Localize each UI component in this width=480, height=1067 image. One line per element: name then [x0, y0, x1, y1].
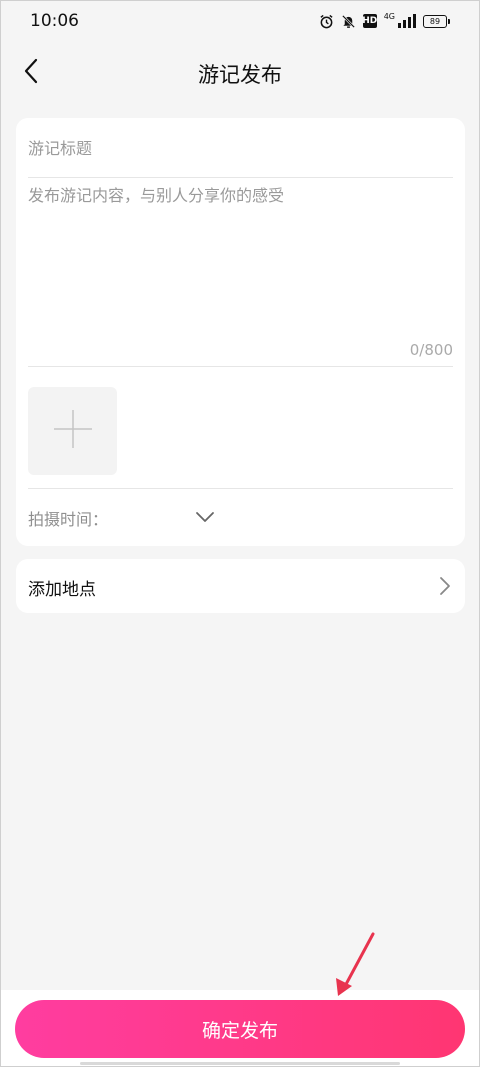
publish-button[interactable]: 确定发布 [15, 1000, 465, 1058]
note-title-input[interactable] [28, 132, 453, 164]
status-icons: HD 4G 89 [319, 11, 450, 31]
add-image-button[interactable] [28, 387, 117, 475]
status-time: 10:06 [30, 11, 79, 31]
hd-icon: HD [362, 14, 378, 28]
page-title: 游记发布 [198, 63, 282, 87]
divider [28, 366, 453, 367]
divider [28, 488, 453, 489]
signal-icon [398, 14, 416, 28]
shoot-time-selector[interactable]: 拍摄时间： [28, 502, 328, 534]
divider [28, 177, 453, 178]
home-indicator [80, 1062, 400, 1065]
char-counter: 0/800 [409, 341, 453, 359]
annotation-arrow-icon [330, 930, 380, 1004]
add-location-label: 添加地点 [28, 580, 96, 600]
battery-level: 89 [423, 14, 447, 28]
alarm-icon [319, 14, 334, 29]
plus-icon [53, 409, 93, 453]
travel-note-form-card: 0/800 拍摄时间： [16, 118, 465, 546]
network-type: 4G [383, 12, 395, 21]
add-location-row[interactable]: 添加地点 [16, 559, 465, 613]
battery-icon: 89 [423, 14, 450, 28]
chevron-down-icon [195, 508, 215, 527]
chevron-right-icon [439, 576, 451, 600]
status-bar: 10:06 HD 4G 89 [0, 0, 480, 42]
nav-bar: 游记发布 [0, 42, 480, 104]
mute-bell-icon [341, 14, 356, 29]
shoot-time-label: 拍摄时间： [28, 510, 109, 529]
note-content-textarea[interactable] [28, 184, 453, 334]
